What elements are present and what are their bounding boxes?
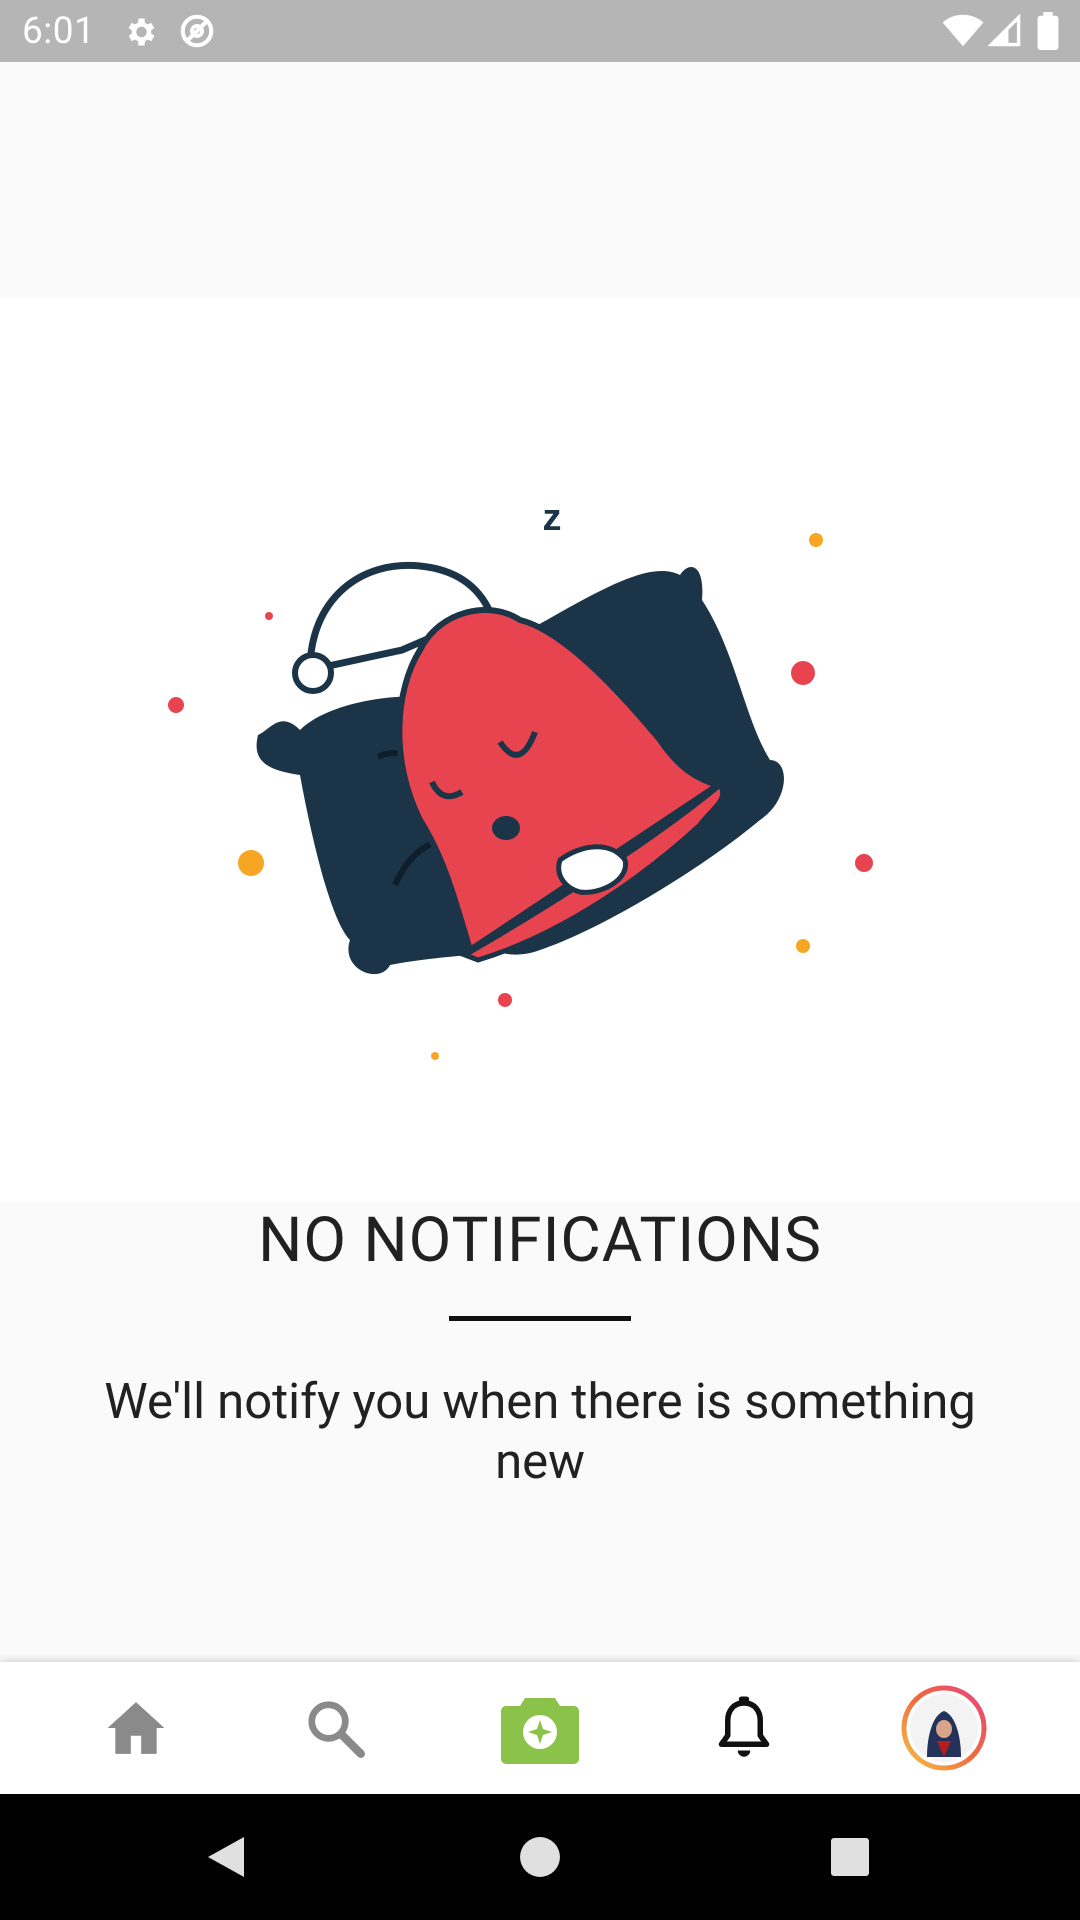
system-home-button[interactable] — [480, 1794, 600, 1920]
battery-icon — [1036, 12, 1060, 54]
gear-icon — [122, 14, 158, 54]
empty-state-title: NO NOTIFICATIONS — [258, 1204, 822, 1277]
empty-state-illustration: z — [0, 298, 1080, 1202]
sleeping-bell-icon: z — [168, 497, 873, 1060]
top-spacer — [0, 62, 1080, 298]
system-recents-button[interactable] — [790, 1794, 910, 1920]
at-sign-icon — [178, 12, 216, 54]
svg-text:z: z — [543, 497, 562, 539]
system-navigation-bar — [0, 1794, 1080, 1920]
nav-notifications[interactable] — [636, 1662, 852, 1794]
empty-state-message: We'll notify you when there is something… — [104, 1373, 976, 1490]
bell-icon — [718, 1696, 770, 1757]
empty-state-text: NO NOTIFICATIONS We'll notify you when t… — [0, 1202, 1080, 1662]
nav-profile[interactable] — [836, 1662, 1052, 1794]
home-icon — [107, 1702, 165, 1754]
search-icon — [308, 1701, 365, 1758]
status-bar: 6:01 — [0, 0, 1080, 62]
bottom-navigation — [0, 1662, 1080, 1794]
signal-icon — [987, 13, 1022, 52]
back-icon — [208, 1837, 244, 1877]
title-divider — [449, 1316, 631, 1321]
home-circle-icon — [520, 1837, 560, 1877]
nav-camera[interactable] — [432, 1662, 648, 1794]
avatar — [901, 1685, 987, 1771]
system-back-button[interactable] — [166, 1794, 286, 1920]
camera-icon — [501, 1698, 579, 1764]
status-time: 6:01 — [22, 10, 96, 53]
recents-icon — [831, 1838, 869, 1876]
nav-search[interactable] — [227, 1662, 443, 1794]
nav-home[interactable] — [28, 1662, 244, 1794]
wifi-icon — [942, 14, 984, 52]
